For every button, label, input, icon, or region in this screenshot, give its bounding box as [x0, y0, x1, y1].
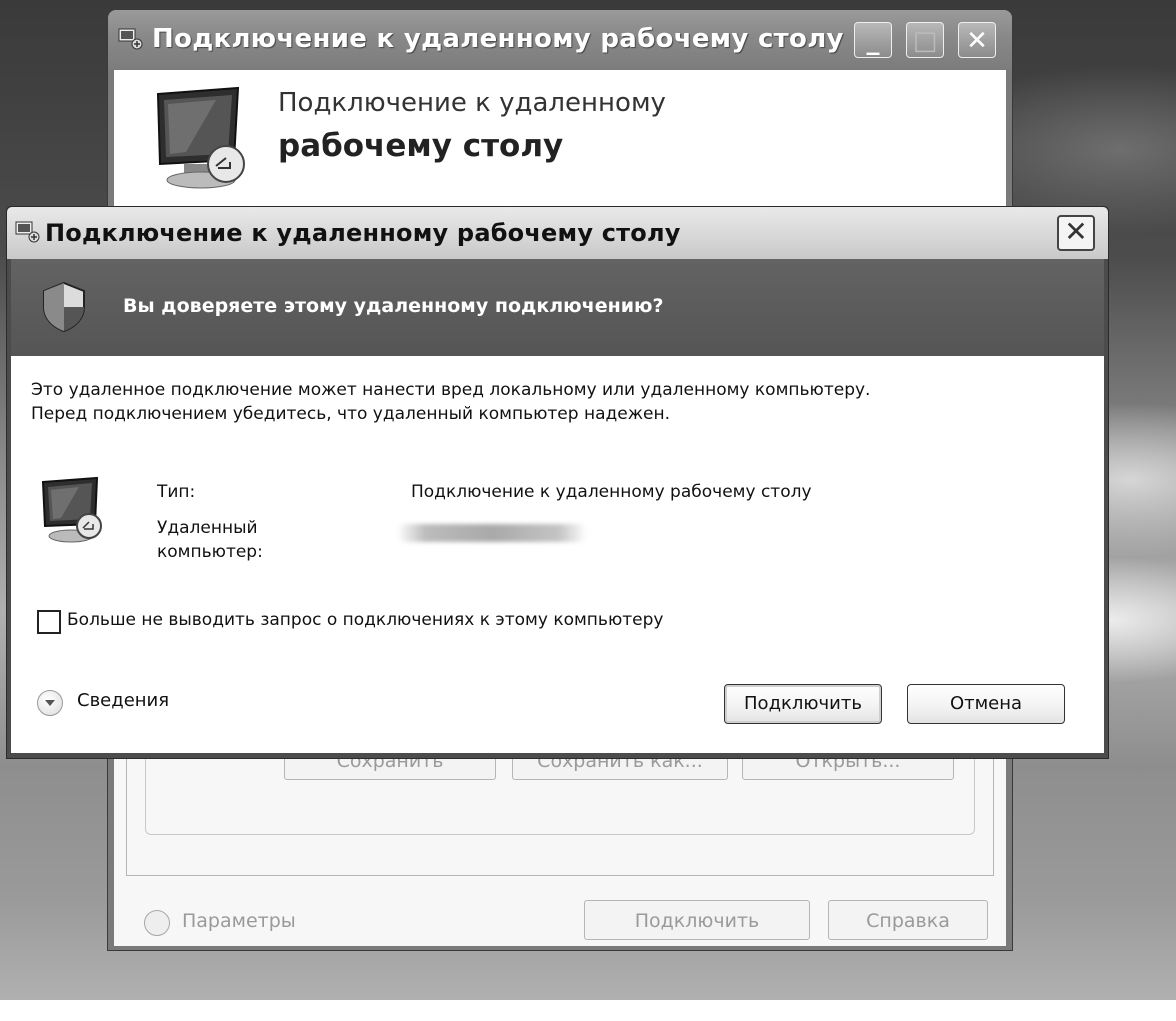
params-toggle[interactable]: Параметры — [182, 910, 296, 932]
page-margin — [0, 1000, 1176, 1021]
dialog-titlebar[interactable]: Подключение к удаленному рабочему столу … — [7, 207, 1108, 259]
trust-question: Вы доверяете этому удаленному подключени… — [123, 295, 664, 317]
close-button[interactable]: ✕ — [958, 22, 996, 58]
dialog-body: Это удаленное подключение может нанести … — [11, 356, 1104, 753]
type-value: Подключение к удаленному рабочему столу — [411, 482, 812, 502]
remote-computer-label: Удаленный компьютер: — [157, 516, 263, 564]
trust-dialog: Подключение к удаленному рабочему столу … — [6, 206, 1109, 759]
dialog-close-button[interactable]: ✕ — [1057, 215, 1095, 251]
remote-label-line-1: Удаленный — [157, 518, 258, 538]
maximize-button[interactable]: □ — [906, 22, 944, 58]
dialog-banner: Вы доверяете этому удаленному подключени… — [11, 259, 1104, 356]
connect-button-bg[interactable]: Подключить — [584, 900, 810, 940]
dont-ask-checkbox[interactable] — [37, 610, 61, 634]
rdp-window-icon — [15, 221, 40, 243]
rdp-main-titlebar[interactable]: Подключение к удаленному рабочему столу … — [108, 10, 1012, 70]
remote-computer-value-blurred — [397, 524, 587, 542]
dialog-title: Подключение к удаленному рабочему столу — [45, 219, 681, 247]
dont-ask-label[interactable]: Больше не выводить запрос о подключениях… — [67, 610, 663, 630]
chevron-down-icon[interactable] — [37, 690, 63, 716]
cancel-button[interactable]: Отмена — [907, 684, 1065, 724]
connect-button[interactable]: Подключить — [724, 684, 882, 724]
rdp-header-line2: рабочему столу — [278, 128, 564, 164]
shield-icon — [43, 281, 85, 333]
help-button[interactable]: Справка — [828, 900, 988, 940]
remote-label-line-2: компьютер: — [157, 542, 263, 562]
warning-line-2: Перед подключением убедитесь, что удален… — [31, 404, 671, 424]
warning-line-1: Это удаленное подключение может нанести … — [31, 380, 871, 400]
rdp-window-icon — [118, 28, 143, 50]
minimize-button[interactable]: _ — [854, 22, 892, 58]
rdp-main-title: Подключение к удаленному рабочему столу — [152, 24, 844, 54]
chevron-up-icon[interactable] — [144, 910, 170, 936]
warning-text: Это удаленное подключение может нанести … — [31, 378, 870, 426]
rdp-main-header: Подключение к удаленному рабочему столу — [114, 70, 1006, 210]
details-toggle[interactable]: Сведения — [77, 690, 169, 711]
rdp-header-line1: Подключение к удаленному — [278, 88, 666, 118]
type-label: Тип: — [157, 482, 196, 502]
monitor-icon — [156, 86, 245, 189]
monitor-icon — [41, 476, 102, 543]
